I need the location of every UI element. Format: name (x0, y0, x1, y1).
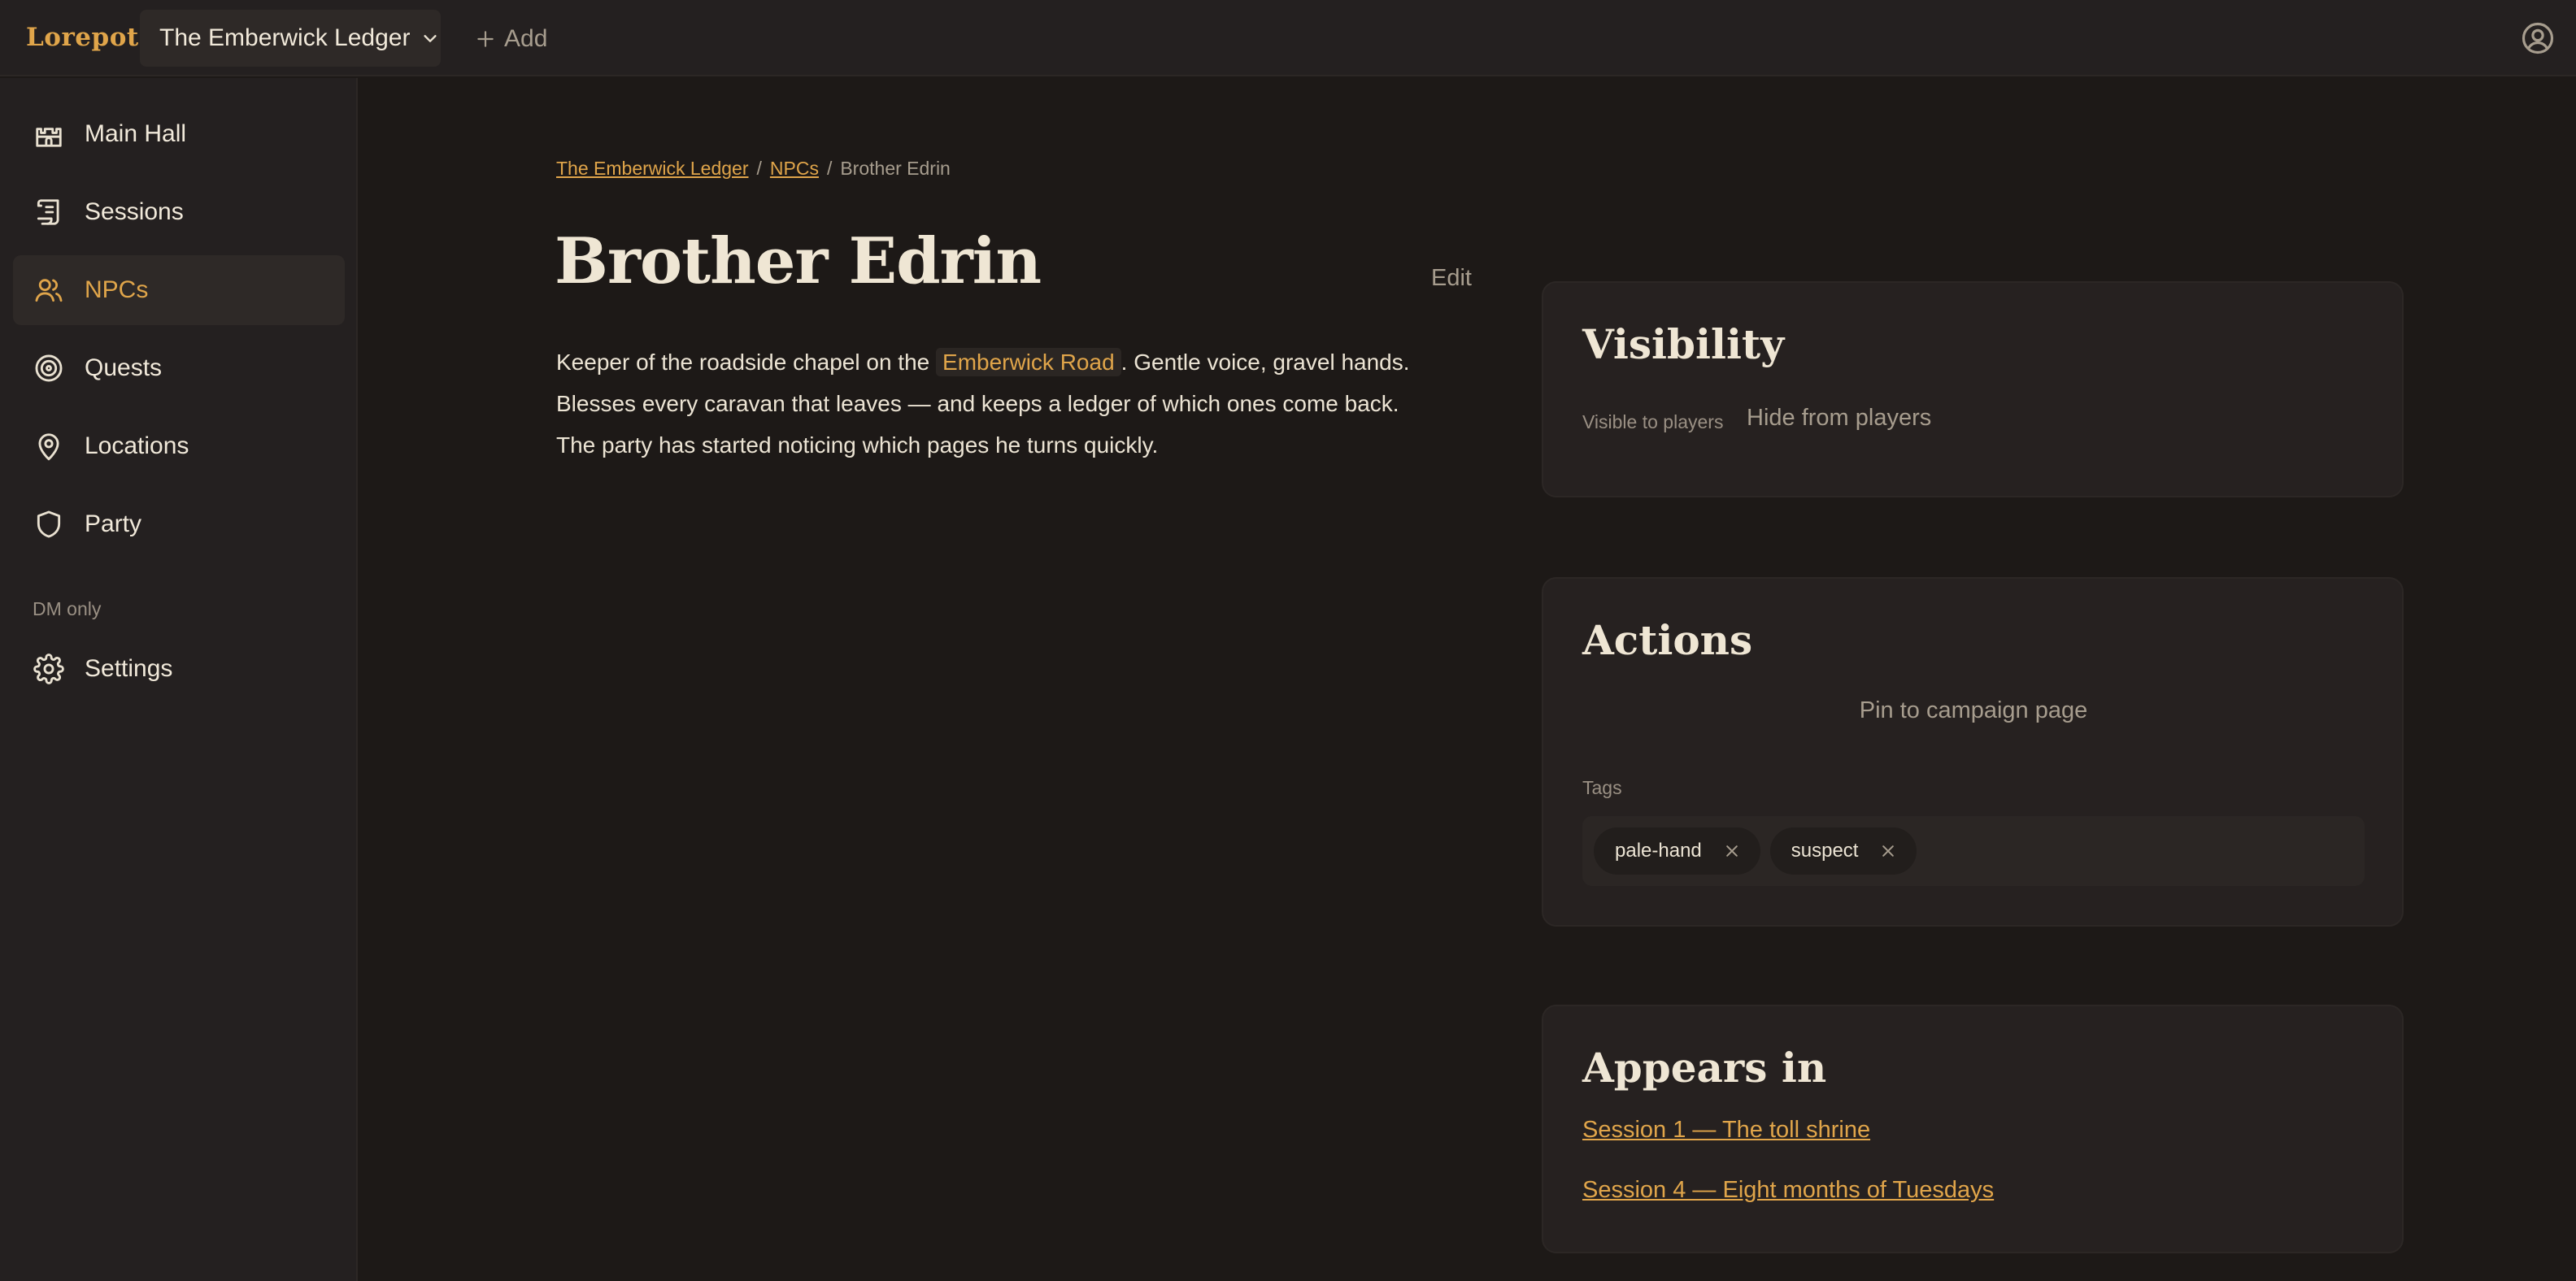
section-label-dm-only: DM only (33, 598, 102, 619)
tag-chip: pale-hand (1594, 827, 1760, 875)
tag-chip: suspect (1769, 827, 1917, 875)
map-pin-icon (33, 430, 65, 462)
sidebar-item-npcs[interactable]: NPCs (13, 255, 345, 325)
npc-description: Keeper of the roadside chapel on the Emb… (556, 341, 1434, 466)
description-text: Keeper of the roadside chapel on the (556, 350, 930, 375)
actions-heading: Actions (1582, 616, 1753, 664)
appears-in-heading: Appears in (1582, 1044, 1827, 1092)
visibility-card: Visibility Visible to players Hide from … (1542, 281, 2404, 497)
visibility-heading: Visibility (1582, 320, 1785, 368)
sidebar-item-label: NPCs (85, 276, 149, 303)
sidebar-item-label: Locations (85, 432, 189, 459)
sidebar-item-label: Settings (85, 655, 173, 682)
tag-label: pale-hand (1615, 840, 1702, 862)
hide-from-players-button[interactable]: Hide from players (1747, 405, 1931, 432)
sidebar-item-label: Party (85, 510, 142, 537)
sidebar-item-label: Main Hall (85, 120, 187, 147)
visibility-status: Visible to players (1582, 411, 1724, 432)
add-button[interactable]: Add (475, 21, 547, 57)
campaign-switcher[interactable]: The Emberwick Ledger (140, 10, 441, 67)
add-label: Add (504, 25, 548, 52)
breadcrumb-campaign-link[interactable]: The Emberwick Ledger (556, 158, 749, 180)
tags-label: Tags (1582, 777, 1622, 798)
sidebar-item-quests[interactable]: Quests (13, 333, 345, 403)
sidebar: Main Hall Sessions NPCs Quests Locations… (0, 78, 358, 1281)
sidebar-item-sessions[interactable]: Sessions (13, 177, 345, 247)
target-icon (33, 352, 65, 384)
breadcrumb-separator: / (756, 158, 762, 179)
location-mention-link[interactable]: Emberwick Road (936, 348, 1121, 376)
page-title: Brother Edrin (555, 224, 1042, 298)
remove-tag-icon[interactable] (1723, 842, 1741, 860)
scroll-icon (33, 196, 65, 228)
edit-button[interactable]: Edit (1431, 265, 1472, 292)
breadcrumb-current: Brother Edrin (840, 158, 951, 179)
gear-icon (33, 653, 65, 685)
sidebar-item-main-hall[interactable]: Main Hall (13, 99, 345, 169)
pin-to-campaign-button[interactable]: Pin to campaign page (1582, 697, 2365, 724)
sidebar-item-label: Quests (85, 354, 163, 381)
tags-input[interactable]: pale-hand suspect (1582, 816, 2365, 886)
tag-label: suspect (1791, 840, 1859, 862)
user-menu-button[interactable] (2521, 21, 2555, 55)
castle-icon (33, 118, 65, 150)
actions-card: Actions Pin to campaign page Tags pale-h… (1542, 577, 2404, 927)
user-circle-icon (2522, 22, 2554, 54)
chevron-down-icon (424, 35, 437, 42)
breadcrumb-npcs-link[interactable]: NPCs (770, 158, 819, 180)
sidebar-item-locations[interactable]: Locations (13, 411, 345, 481)
sidebar-item-label: Sessions (85, 198, 184, 225)
appears-in-card: Appears in Session 1 — The toll shrine S… (1542, 1005, 2404, 1253)
session-link[interactable]: Session 4 — Eight months of Tuesdays (1582, 1177, 1994, 1204)
plus-icon (477, 31, 494, 47)
campaign-name: The Emberwick Ledger (159, 24, 411, 51)
users-icon (33, 274, 65, 306)
session-link[interactable]: Session 1 — The toll shrine (1582, 1117, 1870, 1144)
top-bar: Lorepot The Emberwick Ledger Add (0, 0, 2576, 76)
breadcrumb-separator: / (826, 158, 833, 179)
shield-icon (33, 508, 65, 541)
breadcrumb: The Emberwick Ledger / NPCs / Brother Ed… (556, 158, 951, 180)
app-logo[interactable]: Lorepot (26, 23, 139, 52)
sidebar-item-settings[interactable]: Settings (13, 634, 345, 704)
remove-tag-icon[interactable] (1879, 842, 1897, 860)
sidebar-item-party[interactable]: Party (13, 489, 345, 559)
